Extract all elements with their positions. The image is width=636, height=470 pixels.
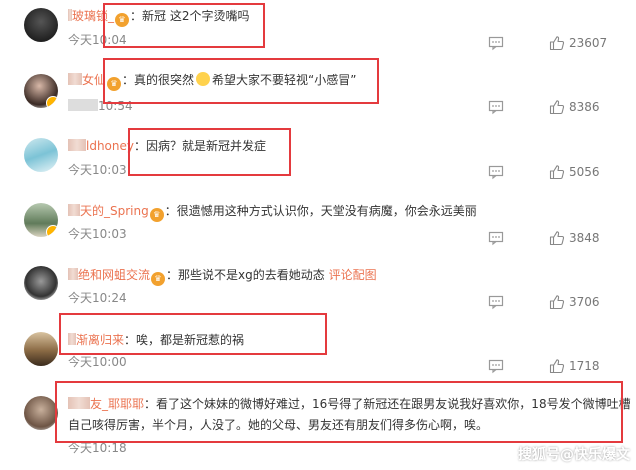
blurred-username bbox=[68, 204, 80, 216]
comment-actions: 1718 bbox=[456, 358, 636, 378]
comment-text: 很遗憾用这种方式认识你，天堂没有病魔，你会永远美丽 bbox=[176, 204, 477, 218]
comment-author[interactable]: 绝和网蛆交流 bbox=[78, 268, 150, 282]
comment-actions: 23607 bbox=[456, 35, 636, 55]
like-count: 5056 bbox=[569, 165, 600, 179]
comment-author[interactable]: ldhoney bbox=[86, 139, 134, 153]
like-button[interactable]: 5056 bbox=[549, 164, 635, 182]
avatar[interactable] bbox=[24, 138, 58, 172]
avatar[interactable] bbox=[24, 266, 58, 300]
comment-icon[interactable] bbox=[488, 294, 504, 310]
blurred-username bbox=[68, 73, 82, 85]
comment-actions: 5056 bbox=[456, 164, 636, 184]
like-button[interactable]: 8386 bbox=[549, 99, 635, 117]
comment-content: 绝和网蛆交流 ♛ ：那些说不是xg的去看她动态 评论配图 bbox=[68, 266, 377, 286]
comment-time: 今天10:00 bbox=[68, 355, 127, 369]
comment-time: 今天10:03 bbox=[68, 227, 127, 241]
like-button[interactable]: 3848 bbox=[549, 230, 635, 248]
comment-actions: 3848 bbox=[456, 230, 636, 250]
blurred-username bbox=[68, 139, 86, 151]
comment-icon[interactable] bbox=[488, 230, 504, 246]
highlight-box bbox=[103, 58, 379, 104]
blurred-username bbox=[68, 268, 78, 280]
avatar[interactable] bbox=[24, 332, 58, 366]
thumbs-up-icon bbox=[549, 231, 565, 246]
sohu-watermark: 搜狐号@快乐爆文 bbox=[518, 447, 630, 463]
comment-icon[interactable] bbox=[488, 35, 504, 51]
like-button[interactable]: 1718 bbox=[549, 358, 635, 376]
avatar[interactable] bbox=[24, 396, 58, 430]
comment-image-link[interactable]: 评论配图 bbox=[329, 268, 377, 282]
like-count: 1718 bbox=[569, 359, 600, 373]
comment-content: 天的_Spring ♛ ：很遗憾用这种方式认识你，天堂没有病魔，你会永远美丽 bbox=[68, 202, 477, 222]
like-count: 3848 bbox=[569, 231, 600, 245]
highlight-box bbox=[55, 381, 623, 443]
thumbs-up-icon bbox=[549, 359, 565, 374]
thumbs-up-icon bbox=[549, 100, 565, 115]
avatar[interactable] bbox=[24, 74, 58, 108]
comment-text: 那些说不是xg的去看她动态 bbox=[178, 268, 325, 282]
comment-time: 今天10:03 bbox=[68, 163, 127, 177]
comment-icon[interactable] bbox=[488, 99, 504, 115]
like-count: 8386 bbox=[569, 100, 600, 114]
avatar[interactable] bbox=[24, 8, 58, 42]
like-count: 23607 bbox=[569, 36, 608, 50]
comment-actions: 8386 bbox=[456, 99, 636, 119]
comment-actions: 3706 bbox=[456, 294, 636, 314]
comment-icon[interactable] bbox=[488, 358, 504, 374]
comment-time: 今天10:18 bbox=[68, 441, 127, 455]
highlight-box bbox=[128, 128, 291, 176]
like-button[interactable]: 23607 bbox=[549, 35, 635, 53]
thumbs-up-icon bbox=[549, 165, 565, 180]
thumbs-up-icon bbox=[549, 295, 565, 310]
vip-crown-icon: ♛ bbox=[151, 272, 166, 286]
comment-author[interactable]: 天的_Spring bbox=[80, 204, 149, 218]
comment-icon[interactable] bbox=[488, 164, 504, 180]
like-count: 3706 bbox=[569, 295, 600, 309]
comment-time: 今天10:24 bbox=[68, 291, 127, 305]
verified-badge-icon bbox=[46, 225, 58, 237]
like-button[interactable]: 3706 bbox=[549, 294, 635, 312]
highlight-box bbox=[59, 313, 327, 355]
thumbs-up-icon bbox=[549, 36, 565, 51]
blurred-date bbox=[68, 99, 98, 111]
verified-badge-icon bbox=[46, 96, 58, 108]
highlight-box bbox=[103, 3, 265, 48]
avatar[interactable] bbox=[24, 203, 58, 237]
vip-crown-icon: ♛ bbox=[149, 208, 164, 222]
